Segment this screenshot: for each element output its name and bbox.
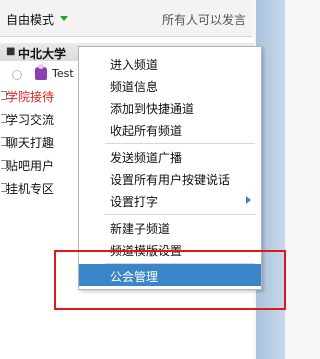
menu-item-label: 发送频道广播 — [110, 151, 183, 165]
speak-permission-label: 所有人可以发言 — [161, 13, 246, 27]
subchannel-label: 聊天打趣 — [6, 136, 55, 150]
chevron-right-icon — [246, 196, 251, 204]
mode-bar: 自由模式 所有人可以发言 — [0, 0, 252, 37]
user-avatar-icon — [35, 64, 47, 80]
menu-item-channel-info[interactable]: 频道信息 — [79, 74, 261, 96]
user-name: Test — [52, 67, 74, 80]
subchannel-label: 挂机专区 — [6, 182, 55, 196]
menu-item-push-to-talk-all[interactable]: 设置所有用户按键说话 — [79, 167, 261, 189]
mode-dropdown[interactable]: 自由模式 — [6, 11, 54, 28]
app-window: 自由模式 所有人可以发言 ■ 中北大学 Test 学院接待 学习交流 聊天打趣 — [0, 0, 286, 359]
menu-separator — [105, 214, 255, 215]
menu-separator — [105, 143, 255, 144]
menu-item-add-shortcut[interactable]: 添加到快捷通道 — [79, 96, 261, 118]
menu-item-label: 添加到快捷通道 — [110, 102, 195, 116]
menu-item-label: 设置打字 — [110, 195, 159, 209]
menu-item-new-subchannel[interactable]: 新建子频道 — [79, 216, 261, 238]
subchannel-label: 学院接待 — [6, 90, 55, 104]
menu-item-label: 进入频道 — [110, 58, 159, 72]
menu-item-typing-settings[interactable]: 设置打字 — [79, 189, 261, 211]
menu-item-label: 频道信息 — [110, 80, 159, 94]
menu-item-broadcast[interactable]: 发送频道广播 — [79, 145, 261, 167]
annotation-highlight-box — [54, 250, 286, 310]
subchannel-label: 学习交流 — [6, 113, 55, 127]
menu-item-enter-channel[interactable]: 进入频道 — [79, 52, 261, 74]
subchannel-label: 贴吧用户 — [6, 159, 55, 173]
menu-item-collapse-all[interactable]: 收起所有频道 — [79, 118, 261, 140]
menu-item-label: 设置所有用户按键说话 — [110, 173, 231, 187]
chevron-down-icon[interactable] — [60, 16, 68, 21]
user-status-icon — [12, 70, 22, 80]
channel-root-label: 中北大学 — [18, 47, 67, 61]
menu-item-label: 新建子频道 — [110, 222, 171, 236]
expand-toggle-icon[interactable]: ■ — [6, 46, 15, 57]
menu-item-label: 收起所有频道 — [110, 124, 183, 138]
